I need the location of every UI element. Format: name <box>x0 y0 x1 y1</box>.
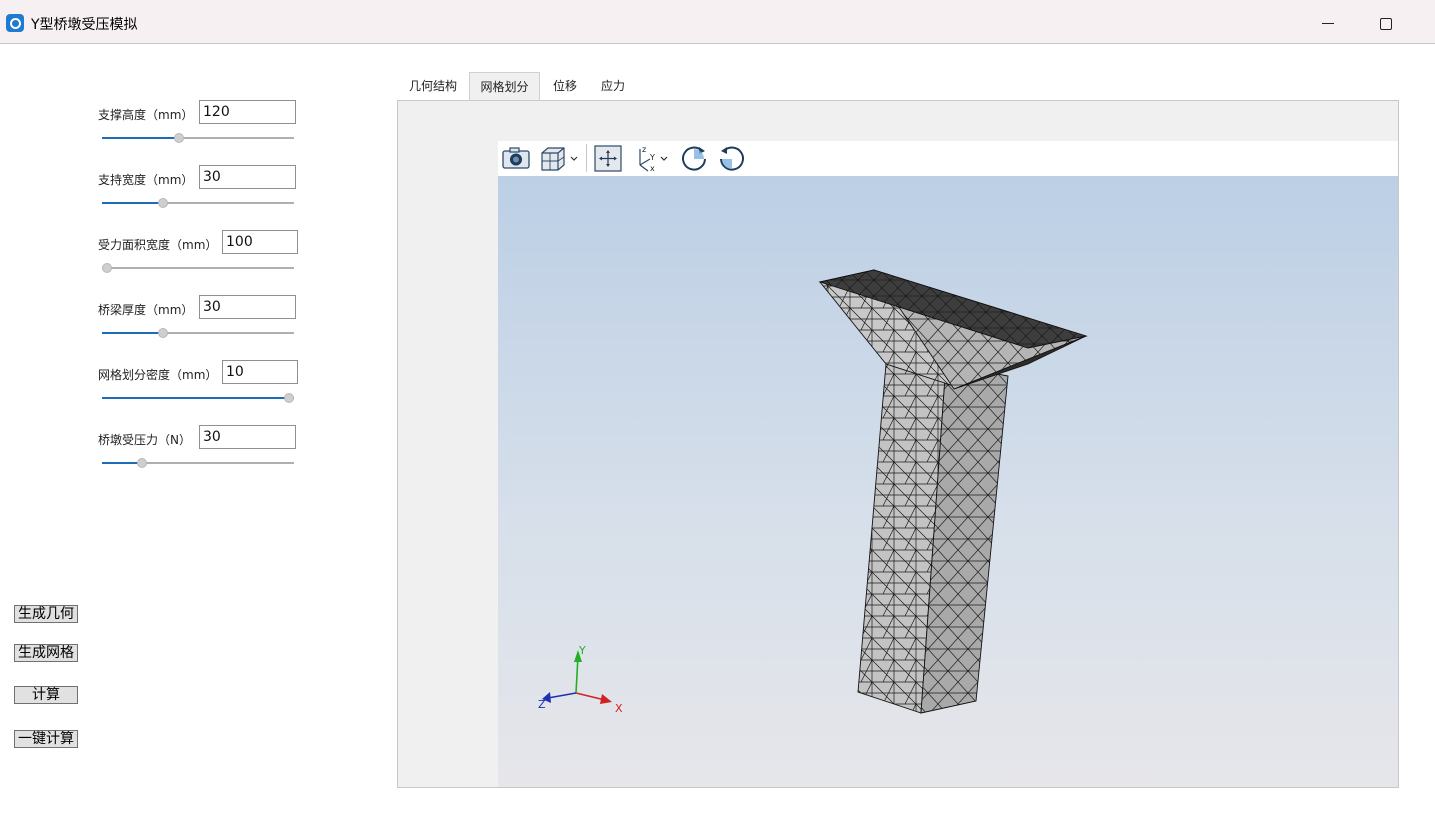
rotate-ccw-icon[interactable] <box>716 143 748 173</box>
param-pier-pressure: 桥墩受压力（N） <box>98 425 308 475</box>
support-height-input[interactable] <box>199 100 296 124</box>
pier-pressure-input[interactable] <box>199 425 296 449</box>
param-support-width: 支持宽度（mm） <box>98 165 308 215</box>
pier-pressure-slider[interactable] <box>102 458 294 468</box>
generate-mesh-button[interactable]: 生成网格 <box>14 644 78 662</box>
param-label: 支持宽度（mm） <box>98 173 194 187</box>
param-support-height: 支撑高度（mm） <box>98 100 308 150</box>
load-area-width-slider[interactable] <box>102 263 294 273</box>
param-beam-thickness: 桥梁厚度（mm） <box>98 295 308 345</box>
window-title: Y型桥墩受压模拟 <box>31 17 138 33</box>
tab-displacement[interactable]: 位移 <box>540 72 590 100</box>
param-load-area-width: 受力面积宽度（mm） <box>98 230 308 280</box>
mesh-density-input[interactable] <box>222 360 298 384</box>
axes-orientation-icon[interactable]: z Y x <box>632 143 672 173</box>
beam-thickness-slider[interactable] <box>102 328 294 338</box>
support-width-input[interactable] <box>199 165 296 189</box>
svg-text:x: x <box>650 164 655 173</box>
3d-viewport[interactable]: X Y Z <box>498 176 1398 787</box>
param-label: 受力面积宽度（mm） <box>98 238 218 252</box>
minimize-button[interactable] <box>1305 8 1351 38</box>
slider-thumb[interactable] <box>284 393 294 403</box>
param-label: 网格划分密度（mm） <box>98 368 218 382</box>
compute-button[interactable]: 计算 <box>14 686 78 704</box>
param-label: 桥梁厚度（mm） <box>98 303 194 317</box>
load-area-width-input[interactable] <box>222 230 298 254</box>
fit-view-icon[interactable] <box>592 143 624 173</box>
support-height-slider[interactable] <box>102 133 294 143</box>
slider-thumb[interactable] <box>173 133 184 143</box>
axis-x-label: X <box>615 702 623 715</box>
display-mode-icon[interactable] <box>538 143 582 173</box>
generate-geometry-button[interactable]: 生成几何 <box>14 605 78 623</box>
axis-triad: X Y Z <box>538 644 623 715</box>
mesh-density-slider[interactable] <box>102 393 294 403</box>
svg-text:Y: Y <box>649 153 655 162</box>
one-click-compute-button[interactable]: 一键计算 <box>14 730 78 748</box>
tab-stress[interactable]: 应力 <box>590 72 636 100</box>
axis-y-label: Y <box>578 644 586 657</box>
param-mesh-density: 网格划分密度（mm） <box>98 360 308 410</box>
slider-thumb[interactable] <box>102 263 112 273</box>
camera-icon[interactable] <box>500 143 532 173</box>
slider-thumb[interactable] <box>137 458 148 468</box>
viewer-toolbar: z Y x <box>498 141 1398 176</box>
support-width-slider[interactable] <box>102 198 294 208</box>
mesh-model: X Y Z <box>538 269 1088 715</box>
param-label: 支撑高度（mm） <box>98 108 194 122</box>
app-icon <box>6 14 24 32</box>
maximize-button[interactable] <box>1362 8 1408 38</box>
slider-thumb[interactable] <box>158 198 169 208</box>
title-bar: Y型桥墩受压模拟 <box>0 0 1435 44</box>
tab-mesh[interactable]: 网格划分 <box>469 72 540 100</box>
tab-geometry[interactable]: 几何结构 <box>397 72 469 100</box>
slider-thumb[interactable] <box>158 328 169 338</box>
beam-thickness-input[interactable] <box>199 295 296 319</box>
svg-text:z: z <box>642 145 646 154</box>
rotate-cw-icon[interactable] <box>678 143 710 173</box>
param-label: 桥墩受压力（N） <box>98 433 191 447</box>
axis-z-label: Z <box>538 698 546 711</box>
